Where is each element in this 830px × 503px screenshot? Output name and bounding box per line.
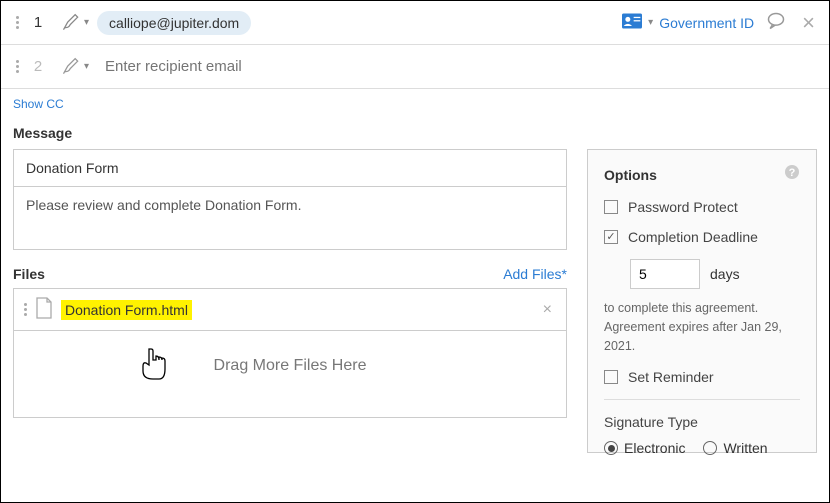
option-label: Set Reminder xyxy=(628,369,714,385)
divider xyxy=(604,399,800,400)
drag-handle-icon[interactable] xyxy=(11,60,23,73)
signature-electronic-radio[interactable]: Electronic xyxy=(604,440,685,456)
radio-unselected-icon xyxy=(703,441,717,455)
message-body-input[interactable]: Please review and complete Donation Form… xyxy=(14,187,566,249)
left-column: Message Donation Form Please review and … xyxy=(13,119,567,453)
chevron-down-icon: ▾ xyxy=(84,61,89,72)
drag-handle-icon[interactable] xyxy=(24,303,27,316)
recipient-email-input[interactable] xyxy=(97,57,819,76)
checkbox-unchecked-icon xyxy=(604,370,618,384)
signer-role-dropdown[interactable]: ▾ xyxy=(53,57,97,77)
file-row[interactable]: Donation Form.html × xyxy=(14,289,566,331)
option-label: Completion Deadline xyxy=(628,229,758,245)
password-protect-option[interactable]: Password Protect xyxy=(604,199,800,215)
remove-file-button[interactable]: × xyxy=(539,301,556,319)
chevron-down-icon: ▾ xyxy=(84,17,89,28)
recipient-row-2: 2 ▾ xyxy=(1,45,829,89)
identity-label: Government ID xyxy=(659,15,754,31)
options-panel: Options ? Password Protect Completion De… xyxy=(587,149,817,453)
svg-text:?: ? xyxy=(789,167,796,179)
set-reminder-option[interactable]: Set Reminder xyxy=(604,369,800,385)
recipient-number: 2 xyxy=(23,58,53,75)
message-section-label: Message xyxy=(13,125,567,141)
option-label: Password Protect xyxy=(628,199,738,215)
signature-written-radio[interactable]: Written xyxy=(703,440,767,456)
remove-recipient-button[interactable]: × xyxy=(798,12,819,34)
checkbox-unchecked-icon xyxy=(604,200,618,214)
signature-type-group: Electronic Written xyxy=(604,440,800,456)
file-drop-zone[interactable]: Drag More Files Here xyxy=(14,331,566,417)
signer-role-dropdown[interactable]: ▾ xyxy=(53,13,97,33)
message-subject-input[interactable]: Donation Form xyxy=(14,150,566,187)
options-title: Options xyxy=(604,167,657,183)
right-column: Options ? Password Protect Completion De… xyxy=(587,119,817,453)
files-section-label: Files xyxy=(13,266,45,282)
deadline-note: to complete this agreement. Agreement ex… xyxy=(604,299,800,355)
drag-handle-icon[interactable] xyxy=(11,16,23,29)
recipient-email-chip[interactable]: calliope@jupiter.dom xyxy=(97,11,251,35)
private-message-icon[interactable] xyxy=(766,11,786,34)
recipient-row-1: 1 ▾ calliope@jupiter.dom ▾ xyxy=(1,1,829,45)
id-card-icon xyxy=(622,13,642,32)
show-cc-link[interactable]: Show CC xyxy=(1,89,829,119)
completion-deadline-option[interactable]: Completion Deadline xyxy=(604,229,800,245)
deadline-days-input[interactable] xyxy=(630,259,700,289)
message-box: Donation Form Please review and complete… xyxy=(13,149,567,250)
file-name: Donation Form.html xyxy=(61,300,192,320)
checkbox-checked-icon xyxy=(604,230,618,244)
pen-icon xyxy=(61,57,81,77)
radio-selected-icon xyxy=(604,441,618,455)
pen-icon xyxy=(61,13,81,33)
days-label: days xyxy=(710,266,740,282)
identity-verification-dropdown[interactable]: ▾ Government ID xyxy=(622,13,754,32)
help-icon[interactable]: ? xyxy=(784,164,800,185)
signature-type-label: Signature Type xyxy=(604,414,800,430)
add-files-link[interactable]: Add Files* xyxy=(503,266,567,282)
agreement-compose-panel: 1 ▾ calliope@jupiter.dom ▾ xyxy=(0,0,830,503)
document-icon xyxy=(35,297,53,322)
files-box: Donation Form.html × Drag More Files Her… xyxy=(13,288,567,418)
chevron-down-icon: ▾ xyxy=(648,17,653,28)
recipient-number: 1 xyxy=(23,14,53,31)
